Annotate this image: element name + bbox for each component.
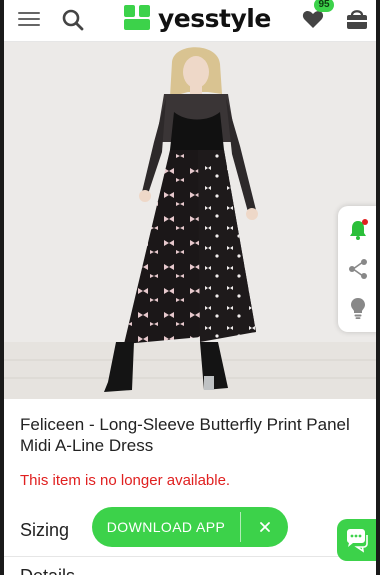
top-header: yesstyle 95 bbox=[4, 0, 376, 42]
search-icon[interactable] bbox=[60, 7, 86, 33]
bag-icon[interactable] bbox=[344, 6, 370, 32]
screen-frame-right bbox=[376, 0, 380, 575]
download-app-button[interactable]: DOWNLOAD APP bbox=[92, 507, 240, 547]
share-icon[interactable] bbox=[346, 257, 370, 281]
wishlist-count-badge: 95 bbox=[314, 0, 334, 12]
bell-icon[interactable] bbox=[346, 218, 370, 242]
availability-message: This item is no longer available. bbox=[20, 472, 231, 489]
yesstyle-logo[interactable]: yesstyle bbox=[122, 3, 271, 33]
chat-button[interactable] bbox=[337, 519, 377, 561]
sizing-section-label[interactable]: Sizing bbox=[20, 520, 69, 541]
download-app-banner: DOWNLOAD APP bbox=[92, 507, 288, 547]
logo-text: yesstyle bbox=[158, 3, 271, 33]
product-title: Feliceen - Long-Sleeve Butterfly Print P… bbox=[20, 415, 350, 455]
details-section-label[interactable]: Details bbox=[20, 566, 75, 575]
product-image[interactable] bbox=[4, 42, 376, 399]
close-banner-button[interactable] bbox=[241, 507, 288, 547]
menu-icon[interactable] bbox=[18, 9, 40, 29]
lightbulb-icon[interactable] bbox=[346, 296, 370, 320]
product-page: yesstyle 95 Feliceen - Long-Sleeve Butte… bbox=[0, 0, 380, 575]
screen-frame-left bbox=[0, 0, 4, 575]
logo-mark-icon bbox=[122, 5, 152, 31]
chat-icon bbox=[347, 529, 368, 553]
close-icon bbox=[259, 522, 270, 532]
section-divider bbox=[4, 556, 376, 557]
side-toolbar bbox=[338, 206, 378, 332]
